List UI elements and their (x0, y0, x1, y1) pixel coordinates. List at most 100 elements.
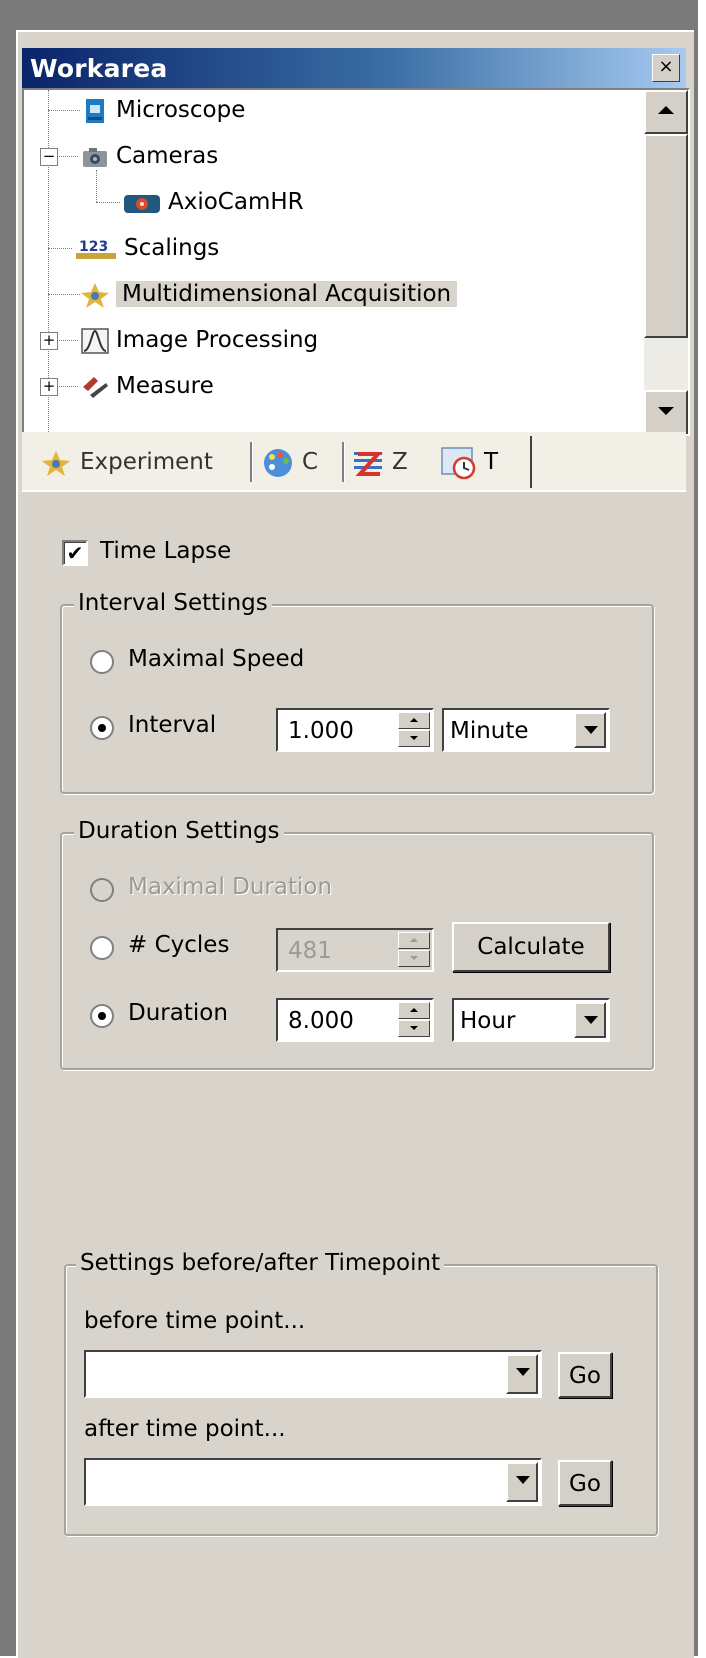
measure-icon (80, 373, 110, 401)
spin-buttons (398, 932, 430, 968)
workarea-panel: Workarea × Microscope − Cameras AxioCamH… (16, 30, 694, 1658)
spin-down-button[interactable] (398, 950, 430, 967)
tree-item-scalings[interactable]: 123 Scalings (74, 228, 219, 268)
tree-item-multidimensional-acquisition[interactable]: Multidimensional Acquisition (80, 274, 458, 314)
tree-connector (56, 156, 78, 157)
tree-item-cameras[interactable]: Cameras (80, 136, 218, 176)
duration-unit-value: Hour (460, 1008, 516, 1034)
microscope-icon (80, 97, 110, 125)
acquisition-star-icon (80, 281, 110, 309)
tree-item-axiocamhr[interactable]: AxioCamHR (122, 182, 304, 222)
tree-connector (48, 294, 80, 295)
tree-connector (48, 110, 80, 111)
tab-experiment[interactable]: Experiment (40, 442, 213, 482)
duration-value-spinbox[interactable]: 8.000 (276, 998, 434, 1042)
before-time-point-select[interactable] (84, 1350, 542, 1398)
axiocam-icon (122, 189, 162, 217)
spin-down-button[interactable] (398, 730, 430, 747)
maximal-duration-label: Maximal Duration (128, 874, 333, 900)
tree-scrollbar[interactable] (644, 90, 688, 434)
duration-unit-select[interactable]: Hour (452, 998, 610, 1042)
duration-label: Duration (128, 1000, 228, 1026)
tree-item-label: Scalings (124, 235, 220, 261)
tree-item-label: Image Processing (116, 327, 319, 353)
tab-separator (250, 442, 253, 482)
maximal-duration-radio[interactable] (90, 878, 114, 902)
interval-unit-select[interactable]: Minute (442, 708, 610, 752)
after-time-point-select[interactable] (84, 1458, 542, 1506)
spin-buttons (398, 1002, 430, 1038)
collapse-icon[interactable]: − (40, 148, 58, 166)
tree-item-label: Microscope (116, 97, 246, 123)
close-icon: × (658, 56, 674, 77)
interval-settings-title: Interval Settings (74, 590, 272, 616)
expand-icon[interactable]: + (40, 332, 58, 350)
scroll-thumb[interactable] (644, 134, 688, 338)
tree-connector (48, 248, 72, 249)
interval-value: 1.000 (288, 718, 354, 744)
close-button[interactable]: × (652, 54, 680, 82)
tab-t[interactable]: T (440, 442, 498, 482)
tree-connector (96, 202, 120, 203)
tab-separator (342, 442, 345, 482)
dropdown-arrow-icon[interactable] (506, 1462, 538, 1502)
arrow-down-icon (658, 407, 674, 415)
tab-label: C (302, 449, 319, 475)
tree-item-image-processing[interactable]: Image Processing (80, 320, 318, 360)
after-go-button[interactable]: Go (558, 1460, 612, 1506)
tree-item-measure[interactable]: Measure (80, 366, 214, 406)
dropdown-arrow-icon[interactable] (506, 1354, 538, 1394)
before-time-point-label: before time point... (84, 1308, 306, 1334)
arrow-up-icon (658, 106, 674, 114)
time-lapse-checkbox[interactable]: ✔ (62, 540, 88, 566)
calculate-button[interactable]: Calculate (452, 922, 610, 972)
timepoint-settings-title: Settings before/after Timepoint (76, 1250, 445, 1276)
scroll-down-button[interactable] (644, 390, 688, 434)
maximal-speed-radio[interactable] (90, 650, 114, 674)
spin-up-button[interactable] (398, 1002, 430, 1019)
dropdown-arrow-icon[interactable] (574, 712, 606, 748)
before-go-button[interactable]: Go (558, 1352, 612, 1398)
after-time-point-label: after time point... (84, 1416, 286, 1442)
interval-label: Interval (128, 712, 217, 738)
title-bar: Workarea × (22, 48, 686, 88)
tab-strip: Experiment C Z T (22, 432, 686, 492)
tab-z[interactable]: Z (352, 442, 408, 482)
tree-item-label: Multidimensional Acquisition (116, 281, 458, 307)
spin-buttons (398, 712, 430, 748)
tree-item-label: Measure (116, 373, 214, 399)
camera-icon (80, 143, 110, 171)
workarea-tree: Microscope − Cameras AxioCamHR 123 Scali… (22, 88, 690, 436)
interval-value-spinbox[interactable]: 1.000 (276, 708, 434, 752)
interval-unit-value: Minute (450, 718, 529, 744)
window-title: Workarea (30, 54, 168, 83)
duration-settings-title: Duration Settings (74, 818, 284, 844)
tree-item-label: Cameras (116, 143, 219, 169)
spin-up-button[interactable] (398, 932, 430, 949)
interval-settings-group (60, 604, 654, 794)
expand-icon[interactable]: + (40, 378, 58, 396)
cycles-value-spinbox[interactable]: 481 (276, 928, 434, 972)
svg-text:123: 123 (79, 239, 108, 255)
experiment-star-icon (42, 450, 70, 476)
dropdown-arrow-icon[interactable] (574, 1002, 606, 1038)
scroll-up-button[interactable] (644, 90, 688, 134)
tree-connector (56, 386, 78, 387)
image-processing-icon (80, 327, 110, 355)
spin-down-button[interactable] (398, 1020, 430, 1037)
interval-radio[interactable] (90, 716, 114, 740)
spin-up-button[interactable] (398, 712, 430, 729)
radio-selected-dot (98, 724, 106, 732)
cycles-label: # Cycles (128, 932, 230, 958)
clock-icon (441, 446, 476, 479)
tab-c[interactable]: C (260, 442, 318, 482)
cycles-value: 481 (288, 938, 332, 964)
scalings-icon: 123 (74, 235, 118, 263)
cycles-radio[interactable] (90, 936, 114, 960)
z-stack-icon (354, 451, 383, 476)
duration-radio[interactable] (90, 1004, 114, 1028)
palette-icon (264, 448, 292, 477)
frame-right-edge (698, 0, 706, 1656)
radio-selected-dot (98, 1012, 106, 1020)
tree-item-microscope[interactable]: Microscope (80, 90, 245, 130)
